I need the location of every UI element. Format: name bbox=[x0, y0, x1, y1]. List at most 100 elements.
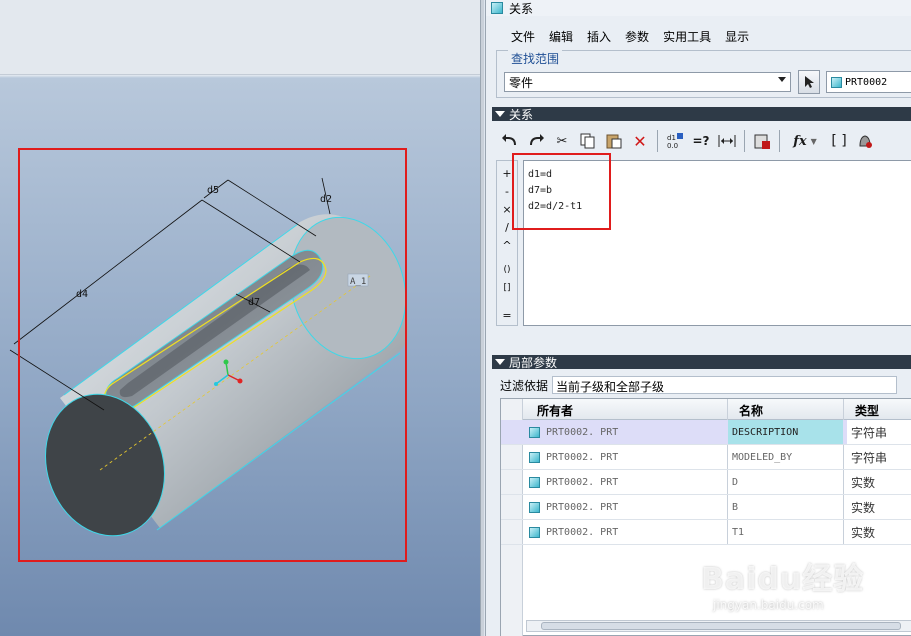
lock-bell-icon bbox=[859, 135, 872, 148]
filter-select[interactable]: 当前子级和全部子级 bbox=[552, 376, 898, 394]
redo-button[interactable] bbox=[524, 129, 548, 153]
name-cell[interactable]: B bbox=[732, 495, 738, 519]
table-row[interactable]: PRT0002. PRT D 实数 bbox=[501, 470, 911, 495]
filter-label: 过滤依据 bbox=[500, 378, 549, 393]
owner-text: PRT0002. PRT bbox=[546, 501, 619, 513]
paste-icon bbox=[606, 134, 622, 149]
collapse-triangle-icon[interactable] bbox=[495, 359, 505, 365]
insert-function-button[interactable]: fx ▼ bbox=[785, 129, 825, 153]
owner-cell: PRT0002. PRT bbox=[529, 470, 618, 494]
model-viewport[interactable]: d5 d2 d4 d7 A_1 bbox=[0, 0, 484, 636]
operator-parentheses[interactable]: () bbox=[497, 265, 517, 275]
fx-icon: fx bbox=[793, 133, 807, 149]
horizontal-scrollbar[interactable] bbox=[526, 620, 911, 632]
model-canvas[interactable]: d5 d2 d4 d7 A_1 bbox=[0, 0, 484, 636]
collapse-triangle-icon[interactable] bbox=[495, 111, 505, 117]
part-icon bbox=[529, 501, 540, 513]
owner-text: PRT0002. PRT bbox=[546, 526, 619, 538]
dimension-arrows-icon bbox=[718, 135, 736, 147]
scrollbar-thumb[interactable] bbox=[541, 622, 901, 630]
part-icon bbox=[831, 76, 842, 88]
relation-line[interactable]: d7=b bbox=[528, 183, 908, 199]
cylinder-model[interactable] bbox=[28, 202, 424, 551]
operator-minus[interactable]: - bbox=[497, 185, 517, 198]
redo-icon bbox=[530, 134, 544, 146]
owner-cell: PRT0002. PRT bbox=[529, 445, 618, 469]
name-cell[interactable]: D bbox=[732, 470, 738, 494]
operator-divide[interactable]: / bbox=[497, 221, 517, 234]
owner-text: PRT0002. PRT bbox=[546, 476, 619, 488]
menu-utilities[interactable]: 实用工具 bbox=[656, 26, 718, 46]
table-row[interactable]: PRT0002. PRT MODELED_BY 字符串 bbox=[501, 445, 911, 470]
part-icon bbox=[529, 451, 540, 463]
table-row[interactable]: PRT0002. PRT T1 实数 bbox=[501, 520, 911, 545]
name-cell[interactable]: MODELED_BY bbox=[732, 445, 792, 469]
dim-label-d2[interactable]: d2 bbox=[320, 194, 332, 205]
local-params-section-header[interactable]: 局部参数 bbox=[492, 355, 911, 370]
operator-brackets[interactable]: [] bbox=[497, 283, 517, 293]
scope-legend: 查找范围 bbox=[508, 50, 563, 67]
type-cell: 字符串 bbox=[847, 420, 911, 444]
svg-text:d1: d1 bbox=[667, 134, 676, 142]
type-cell: 实数 bbox=[851, 500, 876, 515]
menu-parameters[interactable]: 参数 bbox=[618, 26, 656, 46]
name-cell[interactable]: T1 bbox=[732, 520, 744, 544]
svg-text:0.0: 0.0 bbox=[667, 142, 678, 150]
operator-power[interactable]: ^ bbox=[497, 239, 517, 252]
sort-relations-button[interactable] bbox=[750, 129, 774, 153]
dim-label-d5[interactable]: d5 bbox=[207, 185, 219, 196]
menu-insert[interactable]: 插入 bbox=[580, 26, 618, 46]
operator-palette: + - × / ^ () [] = bbox=[496, 160, 518, 326]
parameter-lock-button[interactable] bbox=[853, 129, 877, 153]
paste-button[interactable] bbox=[602, 129, 626, 153]
part-icon bbox=[529, 426, 540, 438]
dim-label-d7[interactable]: d7 bbox=[248, 297, 260, 308]
delete-button[interactable]: ✕ bbox=[628, 129, 652, 153]
column-header-owner[interactable]: 所有者 bbox=[537, 402, 573, 419]
menu-bar: 文件 编辑 插入 参数 实用工具 显示 bbox=[486, 26, 756, 46]
menu-file[interactable]: 文件 bbox=[504, 26, 542, 46]
relation-line[interactable]: d2=d/2-t1 bbox=[528, 199, 908, 215]
column-header-name[interactable]: 名称 bbox=[739, 402, 763, 419]
dim-label-d4[interactable]: d4 bbox=[76, 289, 88, 300]
evaluate-button[interactable] bbox=[715, 129, 739, 153]
menu-edit[interactable]: 编辑 bbox=[542, 26, 580, 46]
table-row[interactable]: PRT0002. PRT B 实数 bbox=[501, 495, 911, 520]
part-field[interactable]: PRT0002 bbox=[826, 71, 911, 93]
undo-icon bbox=[502, 134, 516, 146]
toolbar-separator bbox=[744, 130, 745, 152]
part-icon bbox=[529, 526, 540, 538]
dialog-titlebar[interactable]: 关系 bbox=[486, 0, 911, 16]
copy-button[interactable] bbox=[576, 129, 600, 153]
relations-dialog: 关系 文件 编辑 插入 参数 实用工具 显示 查找范围 零件 PRT0002 关… bbox=[485, 0, 911, 636]
axis-label-a1[interactable]: A_1 bbox=[350, 277, 366, 287]
menu-display[interactable]: 显示 bbox=[718, 26, 756, 46]
owner-cell: PRT0002. PRT bbox=[529, 520, 618, 544]
operator-plus[interactable]: + bbox=[497, 167, 517, 180]
toolbar-separator bbox=[779, 130, 780, 152]
relation-line[interactable]: d1=d bbox=[528, 167, 908, 183]
undo-button[interactable] bbox=[498, 129, 522, 153]
scope-select[interactable]: 零件 bbox=[504, 72, 791, 92]
type-cell: 字符串 bbox=[851, 450, 888, 465]
operator-equals[interactable]: = bbox=[497, 309, 517, 322]
type-cell: 实数 bbox=[851, 525, 876, 540]
column-header-type[interactable]: 类型 bbox=[855, 402, 879, 419]
switch-symbols-button[interactable]: d1 0.0 bbox=[663, 129, 687, 153]
verify-button[interactable]: =? bbox=[689, 129, 713, 153]
cut-button[interactable]: ✂ bbox=[550, 129, 574, 153]
chevron-down-icon: ▼ bbox=[810, 136, 817, 146]
chevron-down-icon bbox=[778, 77, 786, 82]
dialog-title: 关系 bbox=[509, 1, 534, 16]
relations-toolbar: ✂ ✕ d1 0.0 =? fx ▼ [ ] bbox=[496, 126, 911, 156]
operator-multiply[interactable]: × bbox=[497, 203, 517, 216]
owner-text: PRT0002. PRT bbox=[546, 451, 619, 463]
relations-section-header[interactable]: 关系 bbox=[492, 107, 911, 122]
table-row[interactable]: PRT0002. PRT DESCRIPTION 字符串 bbox=[501, 420, 911, 445]
select-pointer-button[interactable] bbox=[798, 70, 820, 94]
name-cell[interactable]: DESCRIPTION bbox=[728, 420, 843, 444]
toolbar-separator bbox=[657, 130, 658, 152]
insert-brackets-button[interactable]: [ ] bbox=[827, 129, 851, 153]
cursor-arrow-icon bbox=[805, 76, 814, 88]
relations-editor[interactable]: d1=d d7=b d2=d/2-t1 bbox=[523, 160, 911, 326]
